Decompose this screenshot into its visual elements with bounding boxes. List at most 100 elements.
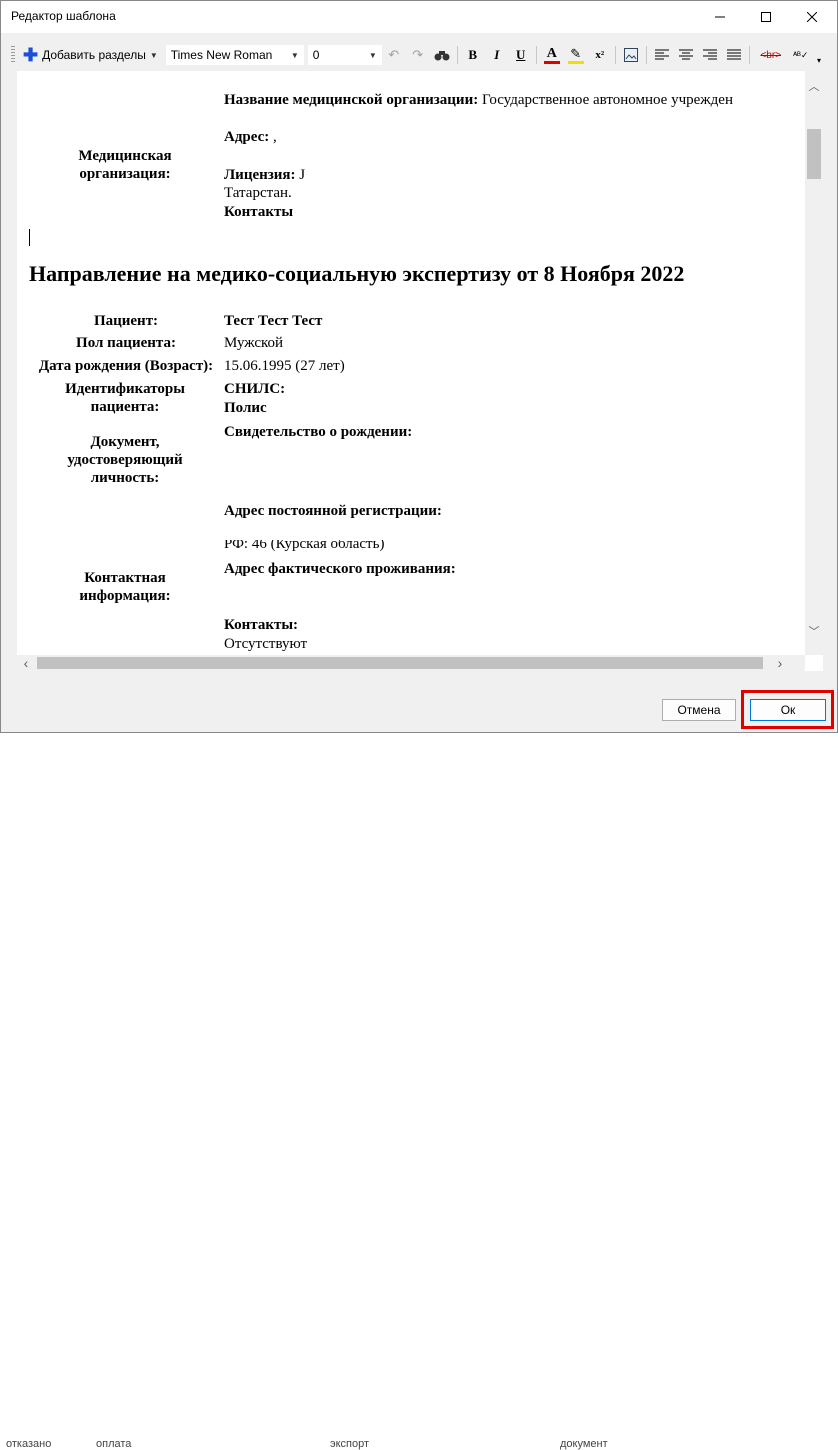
font-family-value: Times New Roman xyxy=(170,48,273,62)
org-label: Медицинская организация: xyxy=(78,148,172,182)
actual-address-label: Адрес фактического проживания: xyxy=(224,561,456,577)
text-caret xyxy=(29,229,30,246)
contacts-label: Контакты xyxy=(224,204,294,220)
contacts2-value: Отсутствуют xyxy=(224,636,308,652)
br-tag-button[interactable]: <br> xyxy=(754,44,788,66)
background-text: отказано xyxy=(6,1438,52,1450)
plus-icon: ✚ xyxy=(23,45,39,65)
italic-button[interactable]: I xyxy=(486,44,508,66)
formatting-toolbar: ✚ Добавить разделы ▼ Times New Roman ▼ 0… xyxy=(7,41,829,69)
align-justify-icon xyxy=(726,49,741,60)
spell-check-button[interactable]: ᴬᴮ✓ xyxy=(790,44,812,66)
contact-info-label: Контактная информация: xyxy=(79,570,171,604)
redo-icon: ↷ xyxy=(412,47,424,62)
reg-address-value: РФ: 46 (Курская область) xyxy=(224,540,385,552)
font-color-icon: A xyxy=(546,45,557,61)
add-sections-button[interactable]: ✚ Добавить разделы ▼ xyxy=(19,43,162,67)
maximize-button[interactable] xyxy=(743,1,789,33)
superscript-button[interactable]: x² xyxy=(589,44,611,66)
background-text: документ xyxy=(560,1438,608,1450)
dob-value: 15.06.1995 (27 лет) xyxy=(224,358,345,374)
align-left-icon xyxy=(654,49,669,60)
window-title: Редактор шаблона xyxy=(11,9,116,23)
align-left-button[interactable] xyxy=(651,44,673,66)
gender-value: Мужской xyxy=(224,335,284,351)
document-heading: Направление на медико-социальную эксперт… xyxy=(29,261,685,286)
add-sections-label: Добавить разделы xyxy=(42,48,146,62)
org-name-label: Название медицинской организации: xyxy=(224,92,479,108)
maximize-icon xyxy=(761,12,771,22)
snils-label: СНИЛС: xyxy=(224,381,286,397)
license-line: Лицензия: J xyxy=(224,166,305,184)
font-size-select[interactable]: 0 ▼ xyxy=(307,45,382,65)
highlighter-bar xyxy=(567,60,584,64)
align-right-icon xyxy=(702,49,717,60)
font-color-bar xyxy=(543,60,560,64)
minimize-icon xyxy=(715,16,725,18)
highlighter-icon: ✎ xyxy=(570,45,582,61)
align-center-icon xyxy=(678,49,693,60)
vertical-scrollbar[interactable]: ︿ ﹀ xyxy=(805,71,823,655)
minimize-button[interactable] xyxy=(697,1,743,33)
document-content[interactable]: Медицинская организация: Название медици… xyxy=(17,71,805,655)
ok-highlight-box xyxy=(741,690,834,729)
align-right-button[interactable] xyxy=(699,44,721,66)
insert-image-button[interactable] xyxy=(620,44,642,66)
toolbar-separator xyxy=(614,46,616,64)
toolbar-separator xyxy=(748,46,750,64)
document-editor[interactable]: Медицинская организация: Название медици… xyxy=(17,71,823,671)
find-icon xyxy=(434,51,450,61)
cancel-button[interactable]: Отмена xyxy=(662,699,736,721)
bold-button[interactable]: B xyxy=(462,44,484,66)
toolbar-separator xyxy=(645,46,647,64)
title-bar: Редактор шаблона xyxy=(1,1,837,33)
underline-button[interactable]: U xyxy=(510,44,532,66)
font-color-button[interactable]: A xyxy=(541,44,563,66)
undo-icon: ↶ xyxy=(388,47,400,62)
background-text: экспорт xyxy=(330,1438,370,1450)
font-size-value: 0 xyxy=(312,48,320,62)
reg-address-label: Адрес постоянной регистрации: xyxy=(224,503,442,519)
org-name-line: Название медицинской организации: Госуда… xyxy=(224,91,733,109)
toolbar-separator xyxy=(456,46,458,64)
address-value: , xyxy=(269,129,277,145)
template-editor-window: Редактор шаблона ✚ Добавить разделы ▼ Ti… xyxy=(0,0,838,733)
scroll-down-icon[interactable]: ﹀ xyxy=(805,624,823,638)
birth-cert-label: Свидетельство о рождении: xyxy=(224,424,413,440)
spell-check-icon: ᴬᴮ✓ xyxy=(793,49,809,60)
image-icon xyxy=(623,48,638,62)
find-button[interactable] xyxy=(431,44,453,66)
undo-button[interactable]: ↶ xyxy=(383,44,405,66)
close-button[interactable] xyxy=(789,1,835,33)
redo-button[interactable]: ↷ xyxy=(407,44,429,66)
toolbar-grip[interactable] xyxy=(11,46,15,64)
close-icon xyxy=(807,12,817,22)
license-line-2: Татарстан. xyxy=(224,185,292,201)
patient-label: Пациент: xyxy=(93,313,159,329)
chevron-down-icon: ▼ xyxy=(368,50,377,60)
scroll-up-icon[interactable]: ︿ xyxy=(805,79,823,93)
highlight-button[interactable]: ✎ xyxy=(565,44,587,66)
vertical-scroll-thumb[interactable] xyxy=(807,129,821,179)
dob-label: Дата рождения (Возраст): xyxy=(38,358,214,374)
chevron-down-icon: ▼ xyxy=(149,50,158,60)
license-label: Лицензия: xyxy=(224,167,296,183)
scroll-right-icon[interactable]: › xyxy=(773,655,787,671)
scroll-left-icon[interactable]: ‹ xyxy=(19,655,33,671)
toolbar-overflow-button[interactable]: ▾ xyxy=(811,53,827,67)
horizontal-scrollbar[interactable]: ‹ › xyxy=(17,655,805,671)
align-center-button[interactable] xyxy=(675,44,697,66)
policy-label: Полис xyxy=(224,400,267,416)
horizontal-scroll-thumb[interactable] xyxy=(37,657,763,669)
chevron-down-icon: ▼ xyxy=(290,50,299,60)
license-value: J xyxy=(295,167,306,183)
font-family-select[interactable]: Times New Roman ▼ xyxy=(165,45,304,65)
gender-label: Пол пациента: xyxy=(76,335,176,351)
identity-doc-label: Документ, удостоверяющий личность: xyxy=(67,434,183,486)
address-label: Адрес: xyxy=(224,129,270,145)
address-line: Адрес: , xyxy=(224,128,277,146)
ids-label: Идентификаторы пациента: xyxy=(65,381,185,415)
align-justify-button[interactable] xyxy=(723,44,745,66)
background-text: оплата xyxy=(96,1438,132,1450)
patient-value: Тест Тест Тест xyxy=(224,313,323,329)
